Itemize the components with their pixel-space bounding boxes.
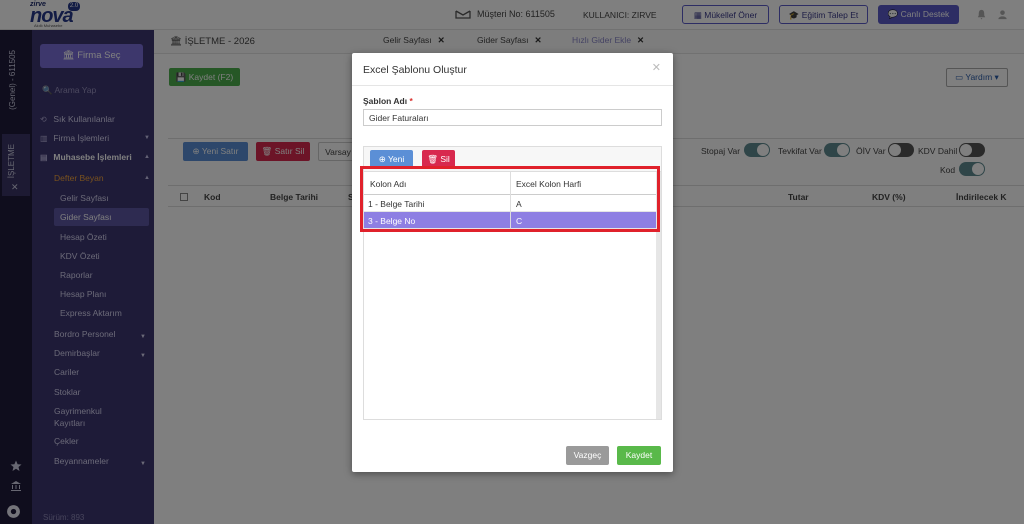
template-name-label: Şablon Adı * — [363, 96, 413, 106]
close-icon[interactable]: ✕ — [652, 61, 661, 74]
template-name-input[interactable] — [363, 109, 662, 126]
modal-divider — [352, 85, 673, 86]
kaydet-button[interactable]: Kaydet — [617, 446, 661, 465]
vazgec-button[interactable]: Vazgeç — [566, 446, 609, 465]
modal-title: Excel Şablonu Oluştur — [363, 64, 467, 76]
excel-template-modal: Excel Şablonu Oluştur ✕ Şablon Adı * ⊕ Y… — [352, 53, 673, 472]
trash-icon: 🗑 — [427, 154, 441, 164]
highlight-annotation-box — [360, 166, 660, 232]
plus-icon: ⊕ — [378, 154, 389, 164]
